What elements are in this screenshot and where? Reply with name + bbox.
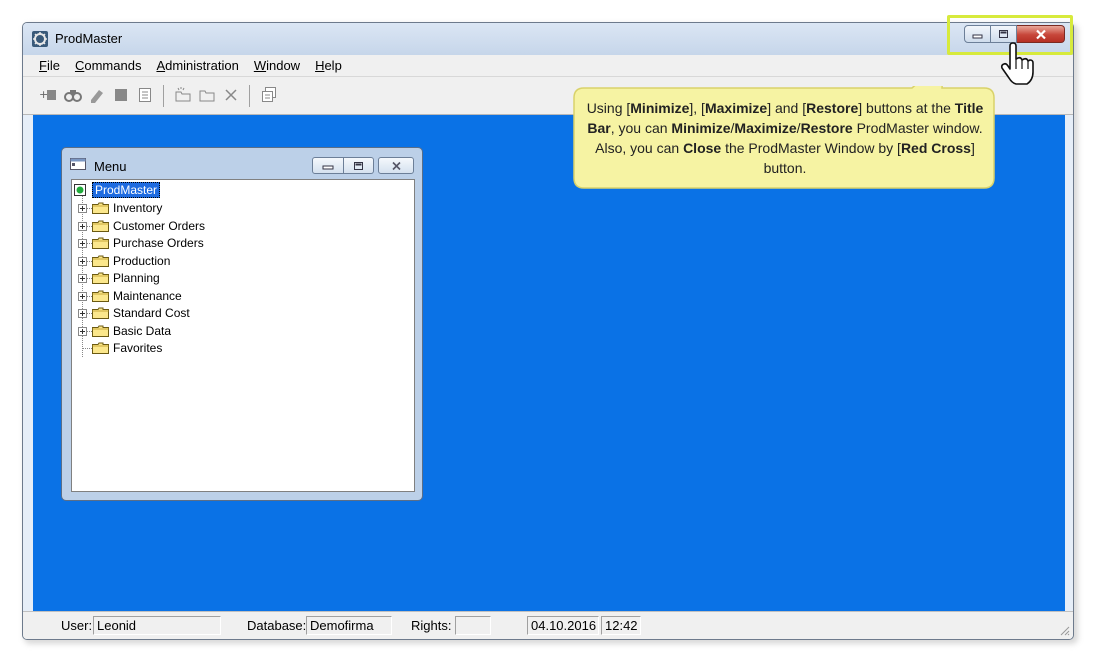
tree-item-label: Basic Data (113, 323, 172, 338)
tree-line (82, 348, 92, 349)
window-title: ProdMaster (55, 31, 123, 46)
expand-icon[interactable] (78, 291, 87, 301)
tree-item-label: Planning (113, 271, 160, 285)
folder-icon (92, 237, 109, 249)
expand-icon[interactable] (78, 256, 87, 266)
menu-file[interactable]: File (39, 58, 60, 73)
menu-window-minimize-button[interactable] (312, 157, 344, 174)
tree-item-label: Favorites (113, 341, 163, 355)
hand-cursor-icon (1000, 42, 1034, 85)
callout-text-part: Using [ (586, 100, 631, 116)
folder-icon (92, 342, 109, 354)
title-bar[interactable]: ProdMaster (23, 23, 1073, 55)
folder-icon (92, 255, 109, 267)
callout-text: Using [Minimize], [Maximize] and [Restor… (586, 98, 984, 178)
menu-window[interactable]: Window (254, 58, 300, 73)
menu-bar: File Commands Administration Window Help (23, 55, 1073, 77)
menu-window-controls (312, 157, 414, 174)
minimize-icon (322, 165, 334, 170)
edit-icon (91, 90, 103, 103)
menu-help[interactable]: Help (315, 58, 342, 73)
expand-icon[interactable] (78, 239, 87, 248)
tree-item-label: Maintenance (113, 288, 182, 303)
expand-icon[interactable] (78, 326, 87, 336)
database-label: Database: (247, 618, 307, 633)
rights-field (455, 616, 491, 635)
menu-window: Menu ProdMaster Inventory Customer Order… (61, 147, 423, 501)
menu-window-maximize-button[interactable] (344, 157, 374, 174)
toolbar-document-button[interactable] (135, 85, 155, 105)
callout-text-part: ] and [ (767, 100, 807, 116)
tree-root-label: ProdMaster (92, 182, 161, 198)
delete-icon (225, 89, 237, 101)
tree-item-label: Inventory (113, 201, 163, 215)
database-field: Demofirma (306, 616, 392, 635)
tree-item-label: Purchase Orders (113, 236, 204, 250)
time-field: 12:42 (601, 616, 641, 635)
tree-item-label: Customer Orders (113, 218, 206, 233)
toolbar-new-folder-button[interactable] (173, 85, 193, 105)
folder-icon (92, 220, 109, 232)
folder-icon (92, 307, 109, 319)
callout-text-part: ], [ (689, 100, 705, 116)
toolbar-open-folder-button[interactable] (197, 85, 217, 105)
expand-icon[interactable] (78, 204, 87, 213)
tree-item-label: Production (113, 253, 171, 268)
callout-text-part: the ProdMaster Window by [ (721, 140, 901, 156)
toolbar-add-button[interactable]: + (39, 85, 59, 105)
new-folder-icon (175, 87, 191, 102)
document-icon (139, 88, 151, 102)
window-icon (70, 158, 86, 170)
callout-bold-text: Minimize (671, 120, 731, 136)
resize-grip-icon[interactable] (1058, 624, 1070, 636)
open-folder-icon (199, 90, 215, 102)
menu-window-title: Menu (94, 159, 127, 174)
status-dot-icon (74, 184, 86, 196)
add-record-icon: + (39, 88, 56, 101)
callout-bold-text: Restore (806, 100, 859, 116)
rights-label: Rights: (411, 618, 452, 633)
expand-icon[interactable] (78, 309, 87, 318)
maximize-icon (354, 161, 363, 170)
expand-icon[interactable] (78, 274, 87, 283)
callout-bold-text: Minimize (630, 100, 690, 116)
callout-bold-text: Close (683, 140, 722, 156)
callout-bold-text: Maximize (704, 100, 768, 116)
folder-icon (92, 290, 109, 302)
toolbar-copy-button[interactable] (259, 85, 279, 105)
callout-bold-text: Red Cross (900, 140, 971, 156)
tree-item-label: Standard Cost (113, 306, 190, 320)
tutorial-callout: Using [Minimize], [Maximize] and [Restor… (572, 86, 996, 190)
user-label: User: (61, 618, 93, 633)
toolbar-separator (163, 85, 164, 107)
date-field: 04.10.2016 (527, 616, 599, 635)
callout-bold-text: Maximize (734, 120, 797, 136)
folder-icon (92, 202, 109, 214)
menu-tree: ProdMaster Inventory Customer Orders Purch… (71, 179, 415, 492)
toolbar-stop-button[interactable] (111, 85, 131, 105)
callout-text-part: ] buttons at the (858, 100, 955, 116)
toolbar-delete-button[interactable] (221, 85, 241, 105)
copy-icon (262, 87, 276, 102)
callout-text-part: , you can (610, 120, 672, 136)
menu-administration[interactable]: Administration (156, 58, 238, 73)
close-icon (391, 161, 401, 170)
menu-window-title-bar[interactable]: Menu (62, 148, 422, 178)
status-bar: User: Leonid Database: Demofirma Rights:… (23, 611, 1073, 639)
folder-icon (92, 272, 109, 284)
stop-icon (115, 89, 127, 101)
prodmaster-app-icon (32, 31, 48, 47)
find-icon (64, 90, 82, 102)
expand-icon[interactable] (78, 221, 87, 231)
toolbar-find-button[interactable] (63, 85, 83, 105)
toolbar-separator (249, 85, 250, 107)
folder-icon (92, 325, 109, 337)
callout-bold-text: Restore (800, 120, 853, 136)
user-field: Leonid (93, 616, 221, 635)
menu-commands[interactable]: Commands (75, 58, 141, 73)
menu-window-close-button[interactable] (378, 157, 414, 174)
toolbar-edit-button[interactable] (87, 85, 107, 105)
svg-text:+: + (39, 88, 48, 101)
